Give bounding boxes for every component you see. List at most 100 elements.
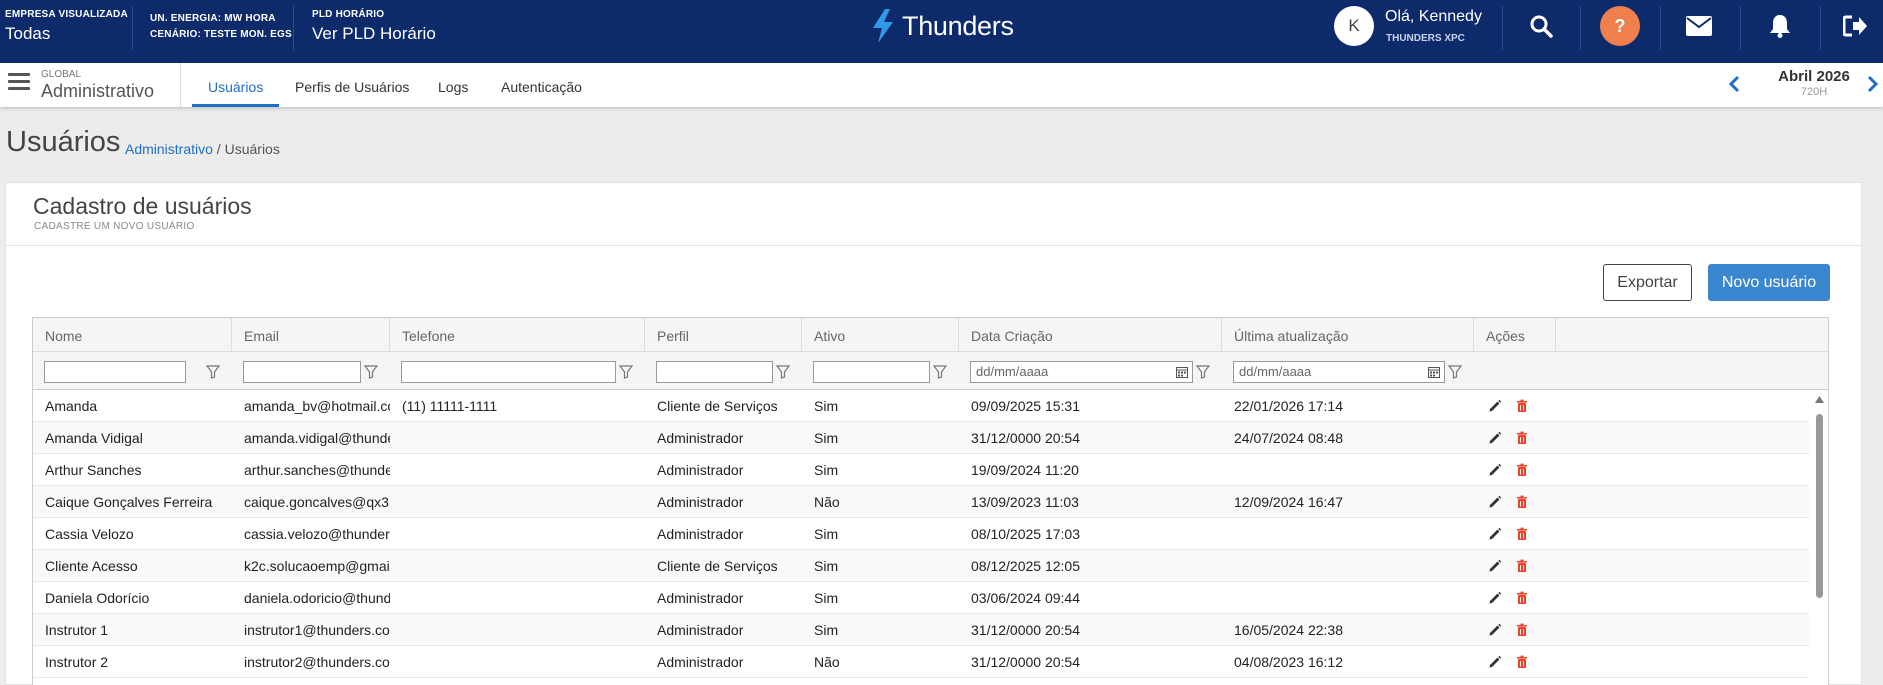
menu-icon[interactable] <box>8 73 30 91</box>
delete-icon[interactable] <box>1515 655 1529 669</box>
panel-header: Cadastro de usuários CADASTRE UM NOVO US… <box>6 183 1861 246</box>
edit-icon[interactable] <box>1488 527 1502 541</box>
cell-telefone <box>390 550 645 582</box>
table-row[interactable]: Instrutor 2 instrutor2@thunders.co... Admi… <box>33 646 1809 678</box>
new-user-button[interactable]: Novo usuário <box>1708 264 1830 301</box>
cell-nome: Amanda Vidigal <box>45 430 143 446</box>
delete-icon[interactable] <box>1515 591 1529 605</box>
tab-usuarios[interactable]: Usuários <box>192 63 280 107</box>
company-label: EMPRESA VISUALIZADA <box>5 9 128 20</box>
column-header-data-criacao[interactable]: Data Criação <box>959 318 1222 352</box>
cell-nome: Cassia Velozo <box>45 526 134 542</box>
table-row[interactable]: Instrutor 1 instrutor1@thunders.co... Admi… <box>33 614 1809 646</box>
filter-icon[interactable] <box>1448 365 1462 379</box>
scroll-up-icon[interactable] <box>1815 396 1824 403</box>
tab-perfis-usuarios[interactable]: Perfis de Usuários <box>279 63 425 107</box>
delete-icon[interactable] <box>1515 623 1529 637</box>
edit-icon[interactable] <box>1488 559 1502 573</box>
help-button[interactable]: ? <box>1590 0 1650 52</box>
filter-icon[interactable] <box>619 365 633 379</box>
cell-ultima-atualizacao: 22/01/2026 17:14 <box>1234 398 1343 414</box>
calendar-icon[interactable] <box>1428 366 1440 378</box>
table-row[interactable]: Daniela Odorício daniela.odoricio@thunde.… <box>33 582 1809 614</box>
table-row[interactable]: Amanda amanda_bv@hotmail.com (11) 11111-11… <box>33 390 1809 422</box>
filter-icon[interactable] <box>364 365 378 379</box>
filter-input-data-criacao[interactable]: dd/mm/aaaa <box>970 361 1193 383</box>
table-row[interactable]: Amanda Vidigal amanda.vidigal@thunder... A… <box>33 422 1809 454</box>
delete-icon[interactable] <box>1515 527 1529 541</box>
breadcrumb-link-administrativo[interactable]: Administrativo <box>125 141 213 157</box>
table-row[interactable]: Arthur Sanches arthur.sanches@thunders...… <box>33 454 1809 486</box>
cell-ativo: Sim <box>814 462 839 478</box>
edit-icon[interactable] <box>1488 591 1502 605</box>
search-button[interactable] <box>1511 0 1571 52</box>
scrollbar-thumb[interactable] <box>1816 414 1823 598</box>
search-icon <box>1530 15 1553 38</box>
table-row[interactable]: Cassia Velozo cassia.velozo@thunders.c...… <box>33 518 1809 550</box>
tab-logs[interactable]: Logs <box>422 63 484 107</box>
filter-input-telefone[interactable] <box>401 361 616 383</box>
table-row[interactable]: Cliente Acesso k2c.solucaoemp@gmail.c... C… <box>33 550 1809 582</box>
thunders-logo[interactable]: Thunders <box>870 6 1014 46</box>
divider <box>1740 6 1741 50</box>
column-header-acoes[interactable]: Ações <box>1474 318 1556 352</box>
delete-icon[interactable] <box>1515 559 1529 573</box>
column-header-perfil[interactable]: Perfil <box>645 318 802 352</box>
cell-nome: Daniela Odorício <box>45 590 150 606</box>
filter-icon[interactable] <box>206 365 220 379</box>
divider <box>1660 6 1661 50</box>
filter-input-email[interactable] <box>243 361 361 383</box>
panel-title: Cadastro de usuários <box>33 193 252 219</box>
table-row[interactable]: Caique Gonçalves Ferreira caique.goncalve… <box>33 486 1809 518</box>
filter-icon[interactable] <box>776 365 790 379</box>
cell-ativo: Sim <box>814 590 839 606</box>
cell-email: cassia.velozo@thunders.c... <box>244 526 390 542</box>
divider <box>1580 6 1581 50</box>
cell-ultima-atualizacao: 24/07/2024 08:48 <box>1234 430 1343 446</box>
tab-autenticacao[interactable]: Autenticação <box>485 63 598 107</box>
filter-input-ativo[interactable] <box>813 361 930 383</box>
notifications-button[interactable] <box>1750 0 1810 52</box>
filter-icon[interactable] <box>1196 365 1210 379</box>
top-bar: EMPRESA VISUALIZADA Todas UN. ENERGIA: M… <box>0 0 1883 63</box>
edit-icon[interactable] <box>1488 623 1502 637</box>
cell-perfil: Cliente de Serviços <box>657 558 778 574</box>
filter-input-perfil[interactable] <box>656 361 773 383</box>
edit-icon[interactable] <box>1488 655 1502 669</box>
chevron-right-icon[interactable] <box>1867 75 1879 93</box>
delete-icon[interactable] <box>1515 463 1529 477</box>
delete-icon[interactable] <box>1515 495 1529 509</box>
filter-input-nome[interactable] <box>44 361 186 383</box>
divider <box>180 63 181 107</box>
delete-icon[interactable] <box>1515 431 1529 445</box>
cell-data-criacao: 09/09/2025 15:31 <box>971 398 1080 414</box>
logout-button[interactable] <box>1830 0 1880 52</box>
edit-icon[interactable] <box>1488 463 1502 477</box>
chevron-left-icon[interactable] <box>1728 75 1740 93</box>
pld-value: Ver PLD Horário <box>312 24 436 43</box>
column-header-ultima-atualizacao[interactable]: Última atualização <box>1222 318 1474 352</box>
column-header-email[interactable]: Email <box>232 318 390 352</box>
edit-icon[interactable] <box>1488 431 1502 445</box>
breadcrumb-current: Usuários <box>224 141 280 157</box>
delete-icon[interactable] <box>1515 399 1529 413</box>
column-header-telefone[interactable]: Telefone <box>390 318 645 352</box>
cell-ativo: Sim <box>814 558 839 574</box>
filter-icon[interactable] <box>933 365 947 379</box>
mail-button[interactable] <box>1669 0 1729 52</box>
divider <box>293 6 294 50</box>
scrollbar[interactable] <box>1812 390 1826 685</box>
filter-input-ultima-atualizacao[interactable]: dd/mm/aaaa <box>1233 361 1445 383</box>
edit-icon[interactable] <box>1488 495 1502 509</box>
calendar-icon[interactable] <box>1176 366 1188 378</box>
module-name[interactable]: Administrativo <box>41 81 154 102</box>
logout-icon <box>1843 15 1867 37</box>
column-header-ativo[interactable]: Ativo <box>802 318 959 352</box>
column-header-nome[interactable]: Nome <box>33 318 232 352</box>
user-greeting[interactable]: Olá, Kennedy <box>1385 8 1482 26</box>
page-title: Usuários <box>6 126 121 158</box>
module-label: GLOBAL <box>41 69 82 80</box>
avatar[interactable]: K <box>1334 6 1374 46</box>
edit-icon[interactable] <box>1488 399 1502 413</box>
export-button[interactable]: Exportar <box>1603 264 1692 301</box>
